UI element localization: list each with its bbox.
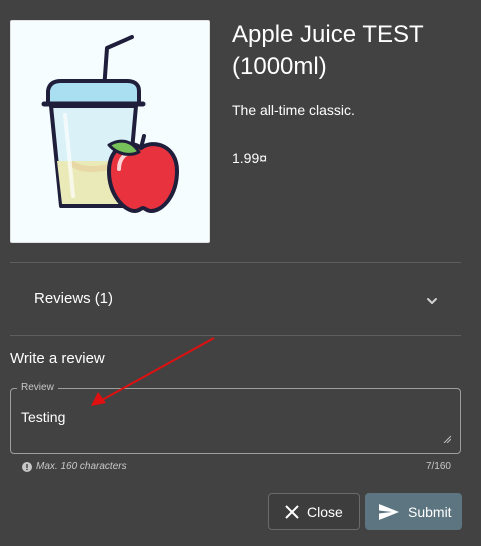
exclamation-circle-icon — [22, 462, 32, 472]
product-image — [10, 20, 210, 243]
submit-button[interactable]: Submit — [365, 493, 462, 530]
close-button[interactable]: Close — [268, 493, 360, 530]
character-counter: 7/160 — [425, 461, 451, 472]
hint-text: Max. 160 characters — [36, 461, 127, 472]
submit-button-label: Submit — [408, 503, 452, 520]
close-button-label: Close — [307, 503, 343, 520]
juice-cup-illustration — [41, 35, 179, 213]
chevron-down-icon[interactable] — [424, 293, 440, 309]
send-icon — [379, 503, 399, 520]
product-price: 1.99¤ — [232, 150, 268, 166]
reviews-count: (1) — [94, 290, 114, 307]
reviews-header: Reviews (1) — [34, 290, 113, 308]
close-icon — [285, 504, 299, 519]
review-hint: Max. 160 characters — [22, 461, 127, 473]
product-description: The all-time classic. — [232, 102, 355, 118]
write-review-title: Write a review — [10, 350, 105, 367]
divider — [10, 335, 461, 336]
review-input-value[interactable]: Testing — [21, 409, 65, 426]
product-title: Apple Juice TEST (1000ml) — [232, 21, 424, 80]
reviews-expansion-panel[interactable]: Reviews (1) — [10, 263, 461, 335]
product-details-dialog: Apple Juice TEST (1000ml) The all-time c… — [0, 0, 481, 546]
review-field-label: Review — [17, 382, 58, 394]
reviews-label: Reviews — [34, 290, 91, 307]
review-textarea[interactable]: Review Testing — [10, 382, 461, 454]
resize-handle-icon[interactable] — [443, 435, 451, 443]
